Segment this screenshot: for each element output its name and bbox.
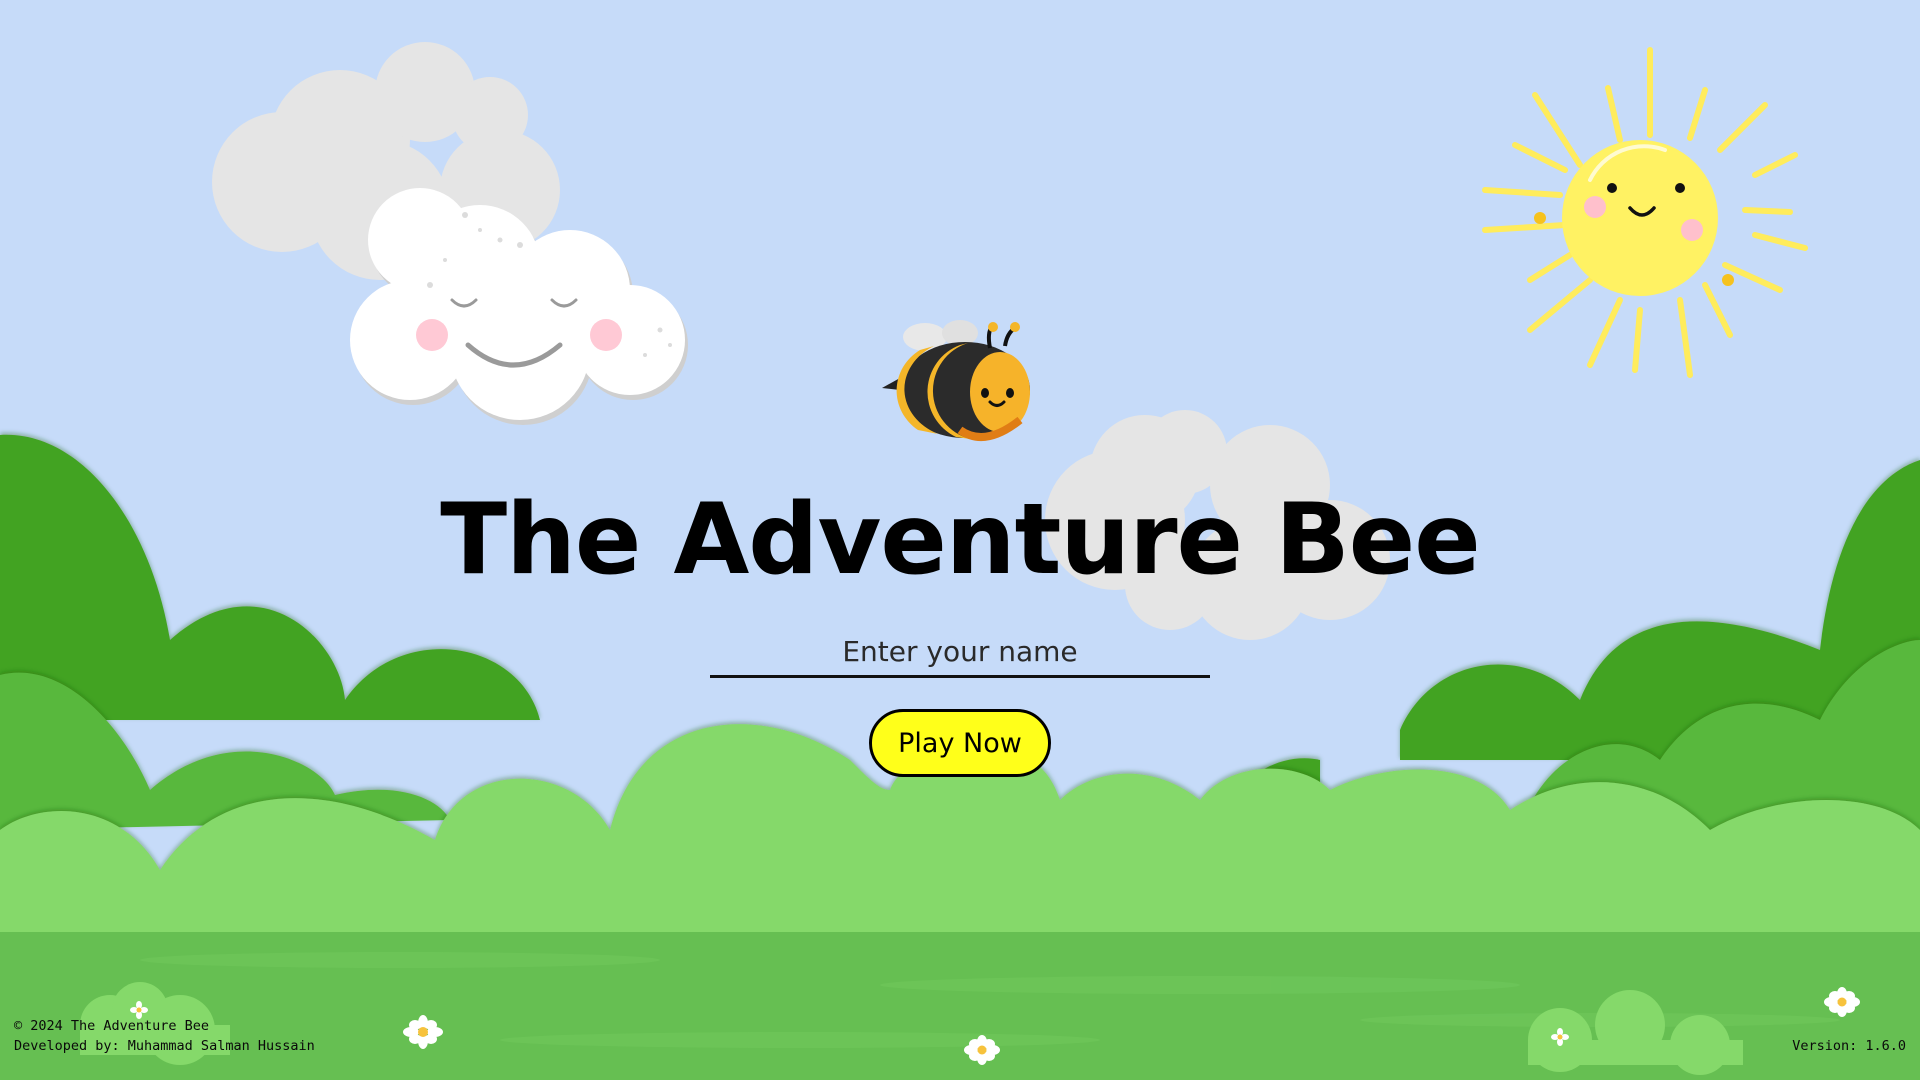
game-start-screen: The Adventure Bee Play Now © 2024 The Ad… bbox=[0, 0, 1920, 1080]
copyright-text: © 2024 The Adventure Bee bbox=[14, 1018, 210, 1034]
version-label: Version: 1.6.0 bbox=[1792, 1038, 1906, 1054]
play-now-button[interactable]: Play Now bbox=[869, 709, 1051, 777]
player-name-input[interactable] bbox=[710, 628, 1210, 678]
game-title: The Adventure Bee bbox=[440, 483, 1480, 597]
developer-credit: Developed by: Muhammad Salman Hussain bbox=[14, 1038, 315, 1054]
